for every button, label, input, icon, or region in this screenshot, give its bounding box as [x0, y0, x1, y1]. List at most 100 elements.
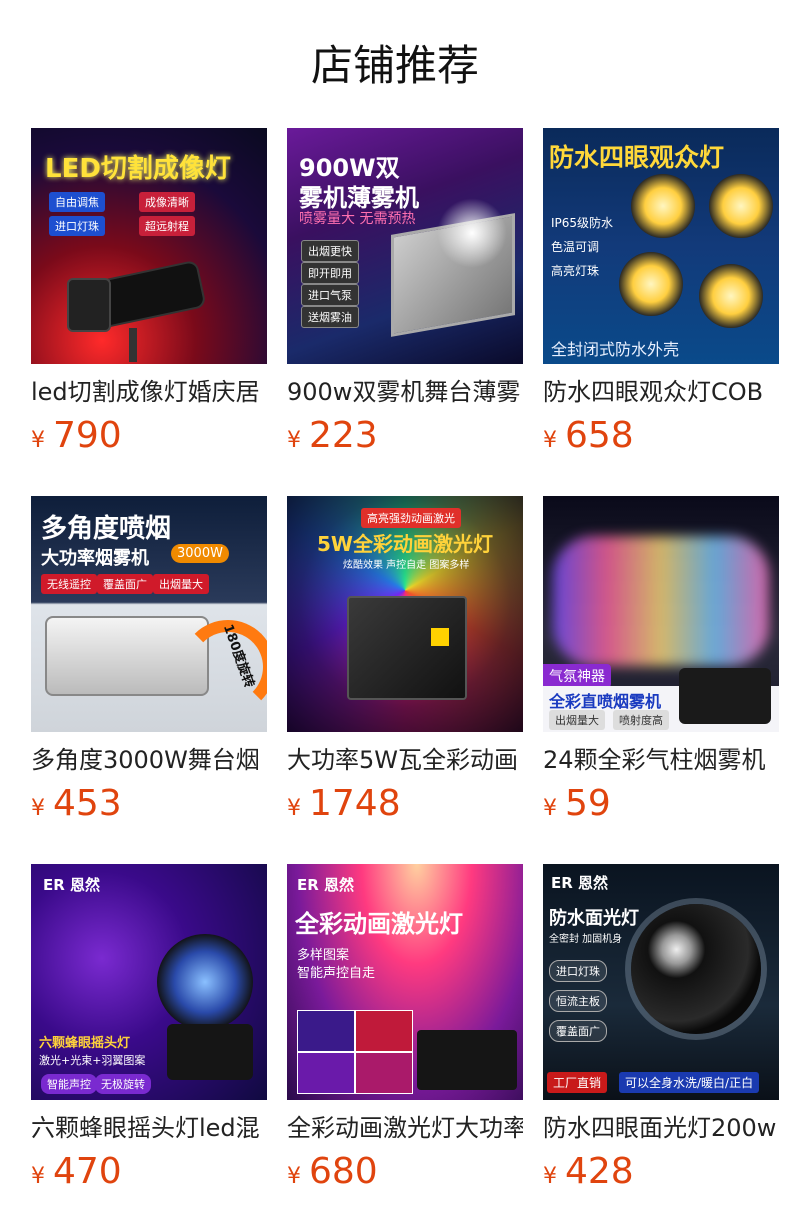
image-footer-right: 可以全身水洗/暖白/正白 — [619, 1072, 760, 1093]
image-tag: 进口灯珠 — [49, 216, 105, 236]
price-currency: ¥ — [31, 796, 45, 821]
price-value: 680 — [309, 1151, 378, 1192]
product-price: ¥223 — [287, 416, 523, 456]
price-value: 453 — [53, 783, 122, 824]
image-chip: 出烟量大 — [549, 710, 605, 730]
product-card[interactable]: ER 恩然 防水面光灯 全密封 加固机身 进口灯珠 恒流主板 覆盖面广 工厂直销… — [543, 864, 779, 1192]
product-price: ¥470 — [31, 1152, 267, 1192]
image-tag: 进口灯珠 — [549, 960, 607, 982]
product-name[interactable]: 防水四眼观众灯COB — [543, 376, 779, 408]
image-subheadline: 炫酷效果 声控自走 图案多样 — [343, 560, 470, 571]
fog-illustration — [437, 198, 507, 268]
price-currency: ¥ — [543, 428, 557, 453]
image-tag: 成像清晰 — [139, 192, 195, 212]
image-subheadline: 全密封 加固机身 — [549, 934, 623, 945]
product-image[interactable]: 防水四眼观众灯 IP65级防水 色温可调 高亮灯珠 全封闭式防水外壳 — [543, 128, 779, 364]
image-headline: 防水面光灯 — [549, 908, 639, 929]
image-headline: 六颗蜂眼摇头灯 — [39, 1036, 131, 1051]
image-subheadline: 激光+光束+羽翼图案 — [39, 1054, 146, 1067]
product-image[interactable]: ER 恩然 全彩动画激光灯 多样图案 智能声控自走 — [287, 864, 523, 1100]
product-card[interactable]: 多角度喷烟 大功率烟雾机 3000W 无线遥控 覆盖面广 出烟量大 180度旋转… — [31, 496, 267, 824]
image-tag: 高亮灯珠 — [551, 264, 600, 278]
image-headline: 防水四眼观众灯 — [549, 143, 725, 172]
price-currency: ¥ — [287, 796, 301, 821]
image-tag: 即开即用 — [301, 262, 359, 284]
laser-projector-illustration — [417, 1030, 517, 1090]
image-headline: 5W全彩动画激光灯 — [317, 532, 493, 556]
image-headline: 全彩动画激光灯 — [295, 910, 463, 938]
brand-logo: ER 恩然 — [551, 874, 609, 892]
image-chip: 喷射度高 — [613, 710, 669, 730]
product-price: ¥658 — [543, 416, 779, 456]
image-tag: 无线遥控 — [41, 574, 97, 594]
product-price: ¥453 — [31, 784, 267, 824]
image-subheadline: 大功率烟雾机 — [41, 548, 149, 569]
product-card[interactable]: 900W双 雾机薄雾机 喷雾量大 无需预热 出烟更快 即开即用 进口气泵 送烟雾… — [287, 128, 523, 456]
image-tag: 进口气泵 — [301, 284, 359, 306]
image-tag: 出烟更快 — [301, 240, 359, 262]
image-subheadline: 多样图案 — [297, 948, 350, 963]
price-currency: ¥ — [543, 1164, 557, 1189]
price-value: 428 — [565, 1151, 634, 1192]
product-name[interactable]: 全彩动画激光灯大功率 — [287, 1112, 523, 1144]
product-name[interactable]: 防水四眼面光灯200w — [543, 1112, 779, 1144]
image-tag: 送烟雾油 — [301, 306, 359, 328]
price-currency: ¥ — [31, 1164, 45, 1189]
image-chip: 智能声控 — [41, 1074, 97, 1094]
price-currency: ¥ — [287, 1164, 301, 1189]
laser-projector-illustration — [347, 596, 467, 700]
image-footer: 全封闭式防水外壳 — [551, 340, 680, 359]
image-tag: 自由调焦 — [49, 192, 105, 212]
image-headline: 全彩直喷烟雾机 — [549, 692, 662, 711]
product-name[interactable]: led切割成像灯婚庆居 — [31, 376, 267, 408]
image-subheadline: 智能声控自走 — [297, 966, 376, 981]
product-name[interactable]: 900w双雾机舞台薄雾 — [287, 376, 523, 408]
product-price: ¥790 — [31, 416, 267, 456]
price-value: 223 — [309, 415, 378, 456]
product-card[interactable]: 高亮强劲动画激光 5W全彩动画激光灯 炫酷效果 声控自走 图案多样 大功率5W瓦… — [287, 496, 523, 824]
product-image[interactable]: 多角度喷烟 大功率烟雾机 3000W 无线遥控 覆盖面广 出烟量大 180度旋转 — [31, 496, 267, 732]
image-top-banner: 高亮强劲动画激光 — [361, 508, 461, 528]
product-card[interactable]: 防水四眼观众灯 IP65级防水 色温可调 高亮灯珠 全封闭式防水外壳 防水四眼观… — [543, 128, 779, 456]
fog-columns-illustration — [553, 536, 769, 666]
product-card[interactable]: ER 恩然 六颗蜂眼摇头灯 激光+光束+羽翼图案 智能声控 无极旋转 六颗蜂眼摇… — [31, 864, 267, 1192]
image-tag: 色温可调 — [551, 240, 600, 254]
product-card[interactable]: ER 恩然 全彩动画激光灯 多样图案 智能声控自走 全彩动画激光灯大功率 ¥68… — [287, 864, 523, 1192]
price-currency: ¥ — [287, 428, 301, 453]
product-card[interactable]: 气氛神器 全彩直喷烟雾机 出烟量大 喷射度高 24颗全彩气柱烟雾机 ¥59 — [543, 496, 779, 824]
lamp-illustration — [619, 252, 683, 316]
moving-head-light-illustration — [157, 934, 253, 1030]
product-image[interactable]: LED切割成像灯 自由调焦 成像清晰 进口灯珠 超远射程 — [31, 128, 267, 364]
product-image[interactable]: 高亮强劲动画激光 5W全彩动画激光灯 炫酷效果 声控自走 图案多样 — [287, 496, 523, 732]
lamp-illustration — [699, 264, 763, 328]
image-tag: IP65级防水 — [551, 216, 614, 230]
product-price: ¥59 — [543, 784, 779, 824]
par-light-illustration — [631, 904, 761, 1034]
product-price: ¥428 — [543, 1152, 779, 1192]
price-value: 790 — [53, 415, 122, 456]
product-image[interactable]: ER 恩然 防水面光灯 全密封 加固机身 进口灯珠 恒流主板 覆盖面广 工厂直销… — [543, 864, 779, 1100]
price-value: 59 — [565, 783, 611, 824]
brand-logo: ER 恩然 — [297, 876, 355, 894]
product-card[interactable]: LED切割成像灯 自由调焦 成像清晰 进口灯珠 超远射程 led切割成像灯婚庆居… — [31, 128, 267, 456]
fog-machine-illustration — [679, 668, 771, 724]
product-name[interactable]: 多角度3000W舞台烟 — [31, 744, 267, 776]
image-tag: 恒流主板 — [549, 990, 607, 1012]
product-name[interactable]: 大功率5W瓦全彩动画 — [287, 744, 523, 776]
price-value: 1748 — [309, 783, 401, 824]
product-price: ¥680 — [287, 1152, 523, 1192]
lamp-illustration — [631, 174, 695, 238]
price-currency: ¥ — [543, 796, 557, 821]
page-title: 店铺推荐 — [310, 41, 479, 90]
image-headline: LED切割成像灯 — [45, 154, 231, 184]
price-value: 470 — [53, 1151, 122, 1192]
brand-name: 恩然 — [578, 874, 609, 892]
product-image[interactable]: 气氛神器 全彩直喷烟雾机 出烟量大 喷射度高 — [543, 496, 779, 732]
image-tag: 气氛神器 — [543, 664, 611, 688]
image-headline: 多角度喷烟 — [41, 514, 172, 544]
product-name[interactable]: 24颗全彩气柱烟雾机 — [543, 744, 779, 776]
product-image[interactable]: ER 恩然 六颗蜂眼摇头灯 激光+光束+羽翼图案 智能声控 无极旋转 — [31, 864, 267, 1100]
product-name[interactable]: 六颗蜂眼摇头灯led混 — [31, 1112, 267, 1144]
product-image[interactable]: 900W双 雾机薄雾机 喷雾量大 无需预热 出烟更快 即开即用 进口气泵 送烟雾… — [287, 128, 523, 364]
image-footer-left: 工厂直销 — [547, 1072, 608, 1093]
